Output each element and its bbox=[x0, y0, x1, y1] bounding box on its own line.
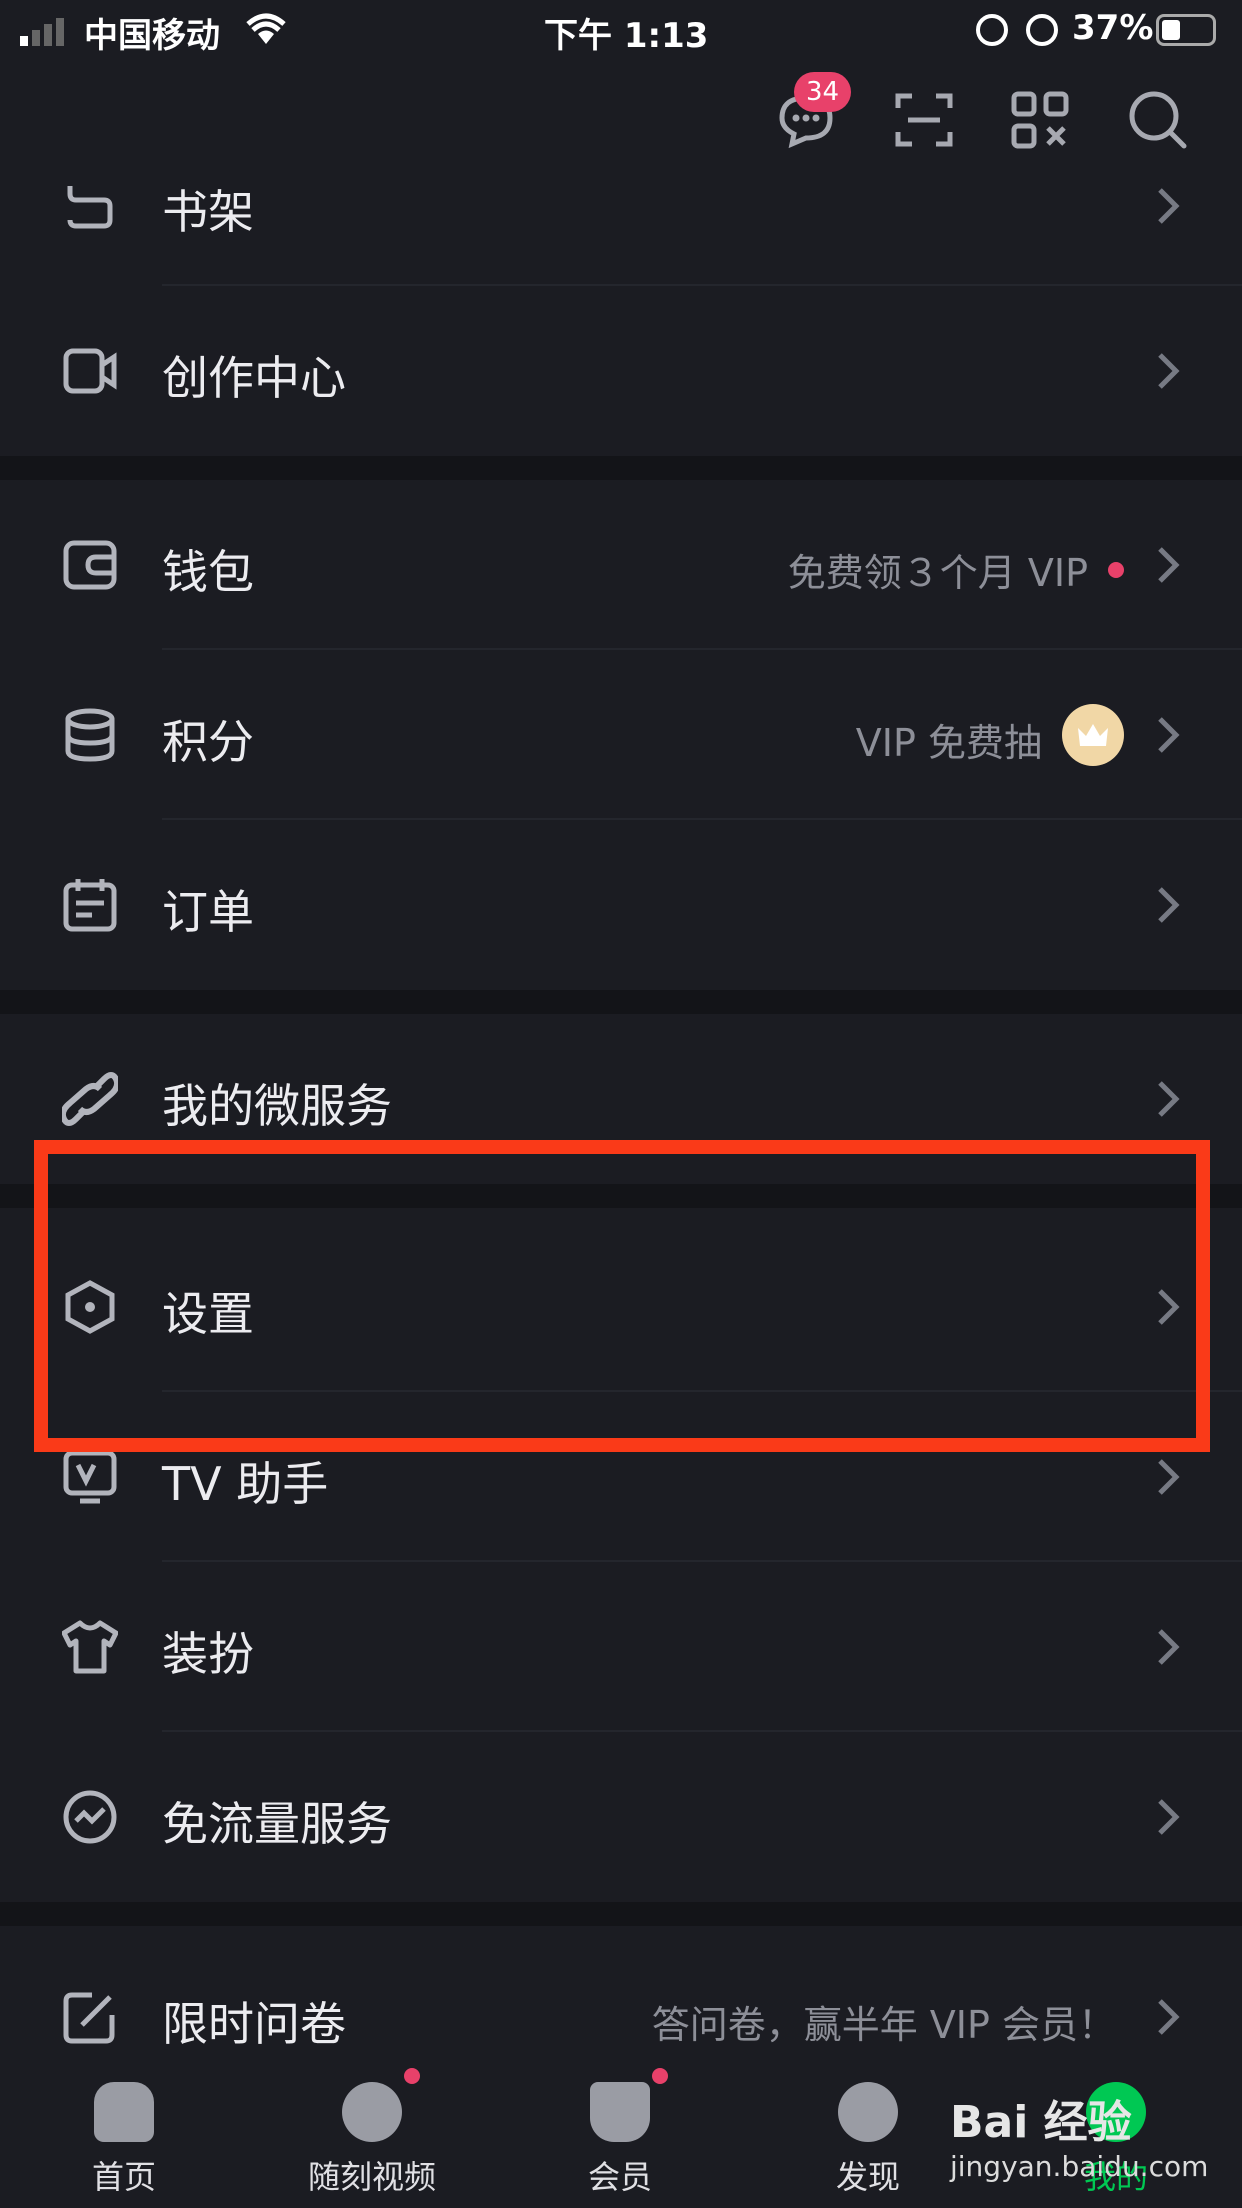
menu-label: 创作中心 bbox=[162, 351, 346, 405]
rotation-lock-icon bbox=[976, 14, 1008, 46]
chevron-right-icon bbox=[1154, 184, 1182, 228]
wifi-icon bbox=[244, 12, 288, 50]
chevron-right-icon bbox=[1154, 1995, 1182, 2039]
section-gap bbox=[0, 1902, 1242, 1926]
menu-label: 订单 bbox=[162, 885, 254, 939]
video-camera-icon bbox=[62, 343, 118, 399]
menu-label: 书架 bbox=[162, 185, 254, 239]
chevron-right-icon bbox=[1154, 1795, 1182, 1839]
order-icon bbox=[62, 877, 118, 933]
notification-dot bbox=[1108, 562, 1124, 578]
crown-icon bbox=[1062, 704, 1124, 766]
alarm-icon bbox=[1026, 14, 1058, 46]
menu-item-wallet[interactable]: 钱包 免费领３个月 VIP bbox=[0, 480, 1242, 650]
section-gap bbox=[0, 456, 1242, 480]
menu-item-orders[interactable]: 订单 bbox=[0, 820, 1242, 990]
carrier-name: 中国移动 bbox=[84, 16, 220, 56]
chevron-right-icon bbox=[1154, 1077, 1182, 1121]
menu-label: 装扮 bbox=[162, 1627, 254, 1681]
tv-icon bbox=[62, 1449, 118, 1505]
menu-item-free-data[interactable]: 免流量服务 bbox=[0, 1732, 1242, 1902]
watermark-brand: Bai 经验 bbox=[950, 2097, 1132, 2148]
highlight-box bbox=[34, 1140, 1210, 1452]
compass-icon bbox=[838, 2082, 898, 2142]
tab-label: 发现 bbox=[835, 2158, 900, 2196]
menu-label: 限时问卷 bbox=[162, 1997, 346, 2051]
battery-percent: 37% bbox=[1072, 8, 1154, 48]
menu-label: 免流量服务 bbox=[162, 1797, 392, 1851]
tab-label: 首页 bbox=[91, 2158, 156, 2196]
menu-item-dress-up[interactable]: 装扮 bbox=[0, 1562, 1242, 1732]
menu-label: 积分 bbox=[162, 715, 254, 769]
tshirt-icon bbox=[61, 1619, 119, 1675]
section-gap bbox=[0, 990, 1242, 1014]
tab-discover[interactable]: 发现 bbox=[768, 2064, 968, 2198]
baidu-watermark: Bai 经验 jingyan.baidu.com bbox=[950, 2086, 1208, 2183]
wallet-promo-text: 免费领３个月 VIP bbox=[787, 551, 1088, 595]
tab-vip[interactable]: 会员 bbox=[520, 2064, 720, 2198]
tab-label: 随刻视频 bbox=[307, 2158, 436, 2196]
chevron-right-icon bbox=[1154, 883, 1182, 927]
status-bar: 中国移动 下午 1:13 37% bbox=[0, 0, 1242, 62]
points-promo-text: VIP 免费抽 bbox=[855, 721, 1042, 765]
menu-item-points[interactable]: 积分 VIP 免费抽 bbox=[0, 650, 1242, 820]
link-icon bbox=[59, 1071, 121, 1127]
edit-icon bbox=[62, 1989, 118, 2045]
menu-item-creator-center[interactable]: 创作中心 bbox=[0, 286, 1242, 456]
clock: 下午 1:13 bbox=[544, 16, 709, 56]
data-wave-icon bbox=[62, 1789, 118, 1845]
survey-promo-text: 答问卷，赢半年 VIP 会员！ bbox=[651, 2003, 1116, 2047]
tab-label: 会员 bbox=[587, 2158, 652, 2196]
flame-play-icon bbox=[342, 2068, 420, 2142]
coins-icon bbox=[62, 707, 118, 763]
chevron-right-icon bbox=[1154, 1455, 1182, 1499]
wallet-icon bbox=[62, 537, 118, 593]
message-badge: 34 bbox=[794, 72, 852, 112]
home-icon bbox=[94, 2082, 154, 2142]
menu-label: 我的微服务 bbox=[162, 1079, 392, 1133]
menu-item-bookshelf[interactable]: 书架 bbox=[0, 116, 1242, 286]
menu-label: TV 助手 bbox=[162, 1457, 329, 1511]
battery-icon bbox=[1156, 14, 1216, 46]
chevron-right-icon bbox=[1154, 543, 1182, 587]
menu-label: 钱包 bbox=[162, 545, 254, 599]
chevron-right-icon bbox=[1154, 713, 1182, 757]
tab-home[interactable]: 首页 bbox=[24, 2064, 224, 2198]
tab-video[interactable]: 随刻视频 bbox=[272, 2064, 472, 2198]
chevron-right-icon bbox=[1154, 349, 1182, 393]
bookshelf-icon bbox=[62, 180, 118, 242]
watermark-url: jingyan.baidu.com bbox=[950, 2150, 1209, 2183]
signal-icon bbox=[20, 18, 72, 46]
crown-icon bbox=[590, 2068, 668, 2142]
chevron-right-icon bbox=[1154, 1625, 1182, 1669]
